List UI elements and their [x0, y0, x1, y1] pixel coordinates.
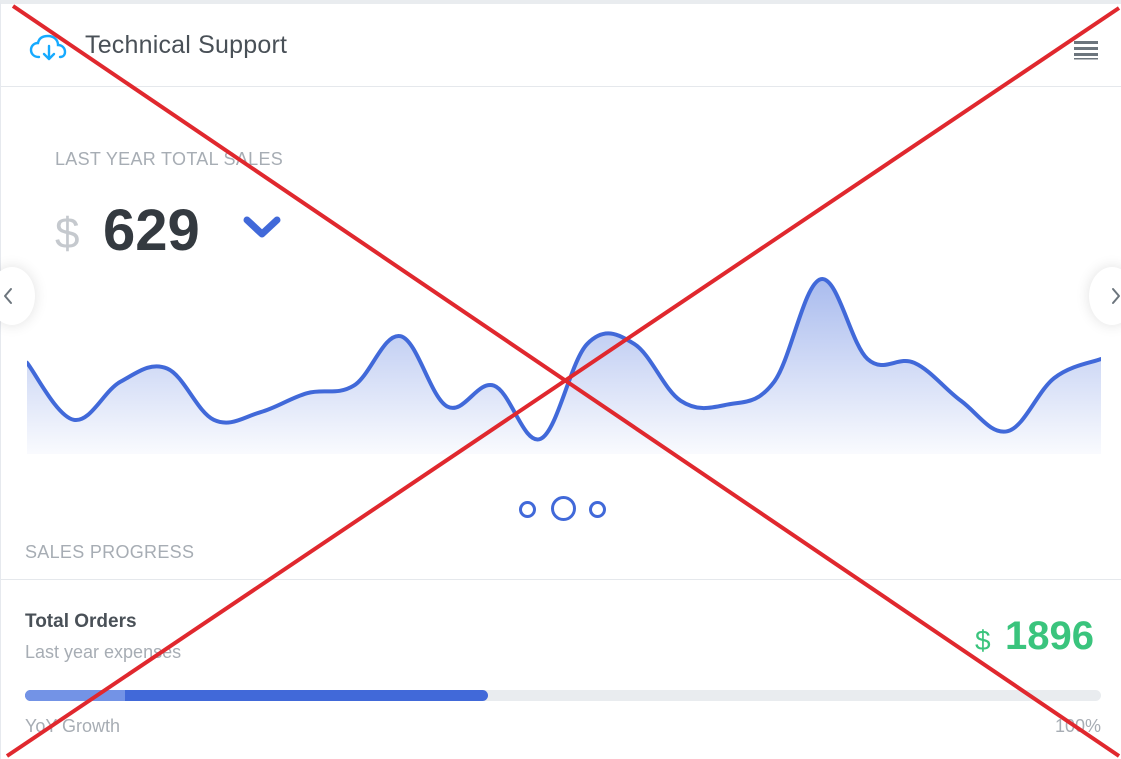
carousel-dot-1[interactable] [519, 501, 536, 518]
total-orders-title: Total Orders [25, 611, 137, 632]
progress-bar-fill-highlight [25, 690, 125, 701]
carousel-dot-3[interactable] [589, 501, 606, 518]
sales-label: LAST YEAR TOTAL SALES [55, 149, 284, 169]
orders-currency: $ [975, 625, 991, 656]
hamburger-menu-icon[interactable] [1073, 40, 1099, 60]
growth-value: 100% [1054, 716, 1101, 736]
sales-card: Technical Support LAST YEAR TOTAL SALES … [0, 0, 1121, 759]
chevron-down-icon [243, 216, 281, 238]
total-orders-subtitle: Last year expenses [25, 642, 182, 662]
sales-area-chart [27, 277, 1101, 454]
orders-value: 1896 [1005, 614, 1094, 658]
progress-bar-track [25, 690, 1101, 701]
carousel-dot-2-active[interactable] [551, 496, 576, 521]
chevron-right-icon [1112, 288, 1120, 304]
progress-bar-fill [25, 690, 488, 701]
growth-label: YoY Growth [25, 716, 121, 736]
sales-currency: $ [55, 209, 80, 258]
cloud-download-icon [29, 34, 67, 61]
header-title: Technical Support [85, 31, 288, 59]
sales-progress-label: SALES PROGRESS [25, 542, 195, 562]
carousel-indicators [517, 496, 613, 522]
chart-area-fill [27, 279, 1101, 454]
card-header: Technical Support [1, 4, 1121, 87]
section-divider [1, 579, 1121, 580]
chevron-left-icon [4, 288, 12, 304]
